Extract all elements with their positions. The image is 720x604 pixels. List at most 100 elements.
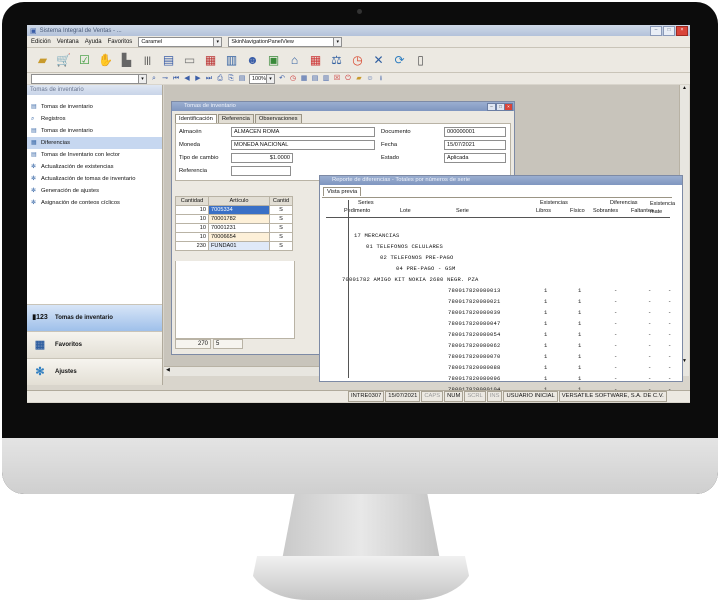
search-combo[interactable]: ▾ (31, 73, 147, 84)
col-cantid[interactable]: Cantid (269, 196, 293, 206)
cart-icon[interactable]: 🛒 (56, 53, 71, 68)
nav-group-tomas-inventario[interactable]: ▮123 Tomas de inventario (27, 304, 162, 331)
sidebar-item-actualizacion-existencias[interactable]: ✻ Actualización de existencias (27, 161, 162, 173)
calculator-icon[interactable]: ▦ (300, 75, 308, 83)
download-icon[interactable]: ⭳ (377, 75, 385, 83)
table-row[interactable]: 230 FUNDA01 S (175, 241, 293, 251)
sidebar-item-generacion-ajustes[interactable]: ✻ Generación de ajustes (27, 185, 162, 197)
tools-icon[interactable]: ✕ (371, 53, 386, 68)
attach-icon[interactable]: ▥ (322, 75, 330, 83)
people-icon[interactable]: ☻ (245, 53, 260, 68)
cancel-icon[interactable]: ☒ (333, 75, 341, 83)
serial-fal-value: - (648, 375, 652, 382)
refresh-icon[interactable]: ⟳ (392, 53, 407, 68)
header-existencias: Existencias (540, 200, 568, 206)
bank-icon[interactable]: ⌂ (287, 53, 302, 68)
table-row[interactable]: 10 7005334 S (175, 205, 293, 215)
scroll-left-icon[interactable]: ◀ (164, 367, 170, 373)
documento-field[interactable]: 000000001 (444, 127, 506, 137)
calendar-icon[interactable]: ▦ (308, 53, 323, 68)
sidebar-item-diferencias[interactable]: ▦ Diferencias (27, 137, 162, 149)
print-preview-icon[interactable]: ⎘ (227, 75, 235, 83)
serial-button[interactable]: S (269, 223, 293, 233)
check-icon[interactable]: ☑ (77, 53, 92, 68)
serial-button[interactable]: S (269, 205, 293, 215)
id-card-icon[interactable]: ▭ (182, 53, 197, 68)
col-cantidad[interactable]: Cantidad (175, 196, 209, 206)
tab-observaciones[interactable]: Observaciones (254, 114, 302, 123)
zoom-combo[interactable]: 100% ▾ (249, 73, 275, 84)
previous-record-icon[interactable]: ◀ (183, 75, 191, 83)
users-icon[interactable]: ▦ (203, 53, 218, 68)
lock-icon[interactable]: ▰ (355, 75, 363, 83)
maximize-button[interactable]: □ (663, 25, 675, 36)
scales-icon[interactable]: ⚖ (329, 53, 344, 68)
window-minimize-button[interactable]: – (487, 103, 496, 111)
almacen-field[interactable]: ALMACEN ROMA (231, 127, 375, 137)
serial-fisico-value: 1 (578, 298, 582, 305)
folder-icon[interactable]: ▰ (35, 53, 50, 68)
menu-edicion[interactable]: Edición (31, 39, 51, 45)
clock-icon[interactable]: ◷ (350, 53, 365, 68)
serial-sob-value: - (614, 287, 618, 294)
link-icon[interactable]: ⊸ (161, 75, 169, 83)
moneda-field[interactable]: MONEDA NACIONAL (231, 140, 375, 150)
invoice-icon[interactable]: ▥ (224, 53, 239, 68)
scroll-up-icon[interactable]: ▲ (680, 85, 689, 91)
tab-referencia[interactable]: Referencia (217, 114, 254, 123)
barcode-icon[interactable]: ||| (140, 53, 155, 68)
nav-group-ajustes[interactable]: ✻ Ajustes (27, 358, 162, 385)
next-record-icon[interactable]: ▶ (194, 75, 202, 83)
mobile-icon[interactable]: ▯ (413, 53, 428, 68)
table-row[interactable]: 10 70006654 S (175, 232, 293, 242)
last-record-icon[interactable]: ⏭ (205, 75, 213, 83)
sidebar-item-tomas-inventario-2[interactable]: ▤ Tomas de inventario (27, 125, 162, 137)
sidebar-item-registros[interactable]: ⌕ Registros (27, 113, 162, 125)
history-icon[interactable]: ◷ (289, 75, 297, 83)
serial-number: 780017820080039 (448, 309, 501, 316)
money-icon[interactable]: ▣ (266, 53, 281, 68)
serial-button[interactable]: S (269, 232, 293, 242)
menu-favoritos[interactable]: Favoritos (108, 39, 133, 45)
undo-icon[interactable]: ↶ (278, 75, 286, 83)
user-icon[interactable]: ☺ (366, 75, 374, 83)
handshake-icon[interactable]: ✋ (98, 53, 113, 68)
sidebar-item-actualizacion-tomas[interactable]: ✻ Actualización de tomas de inventario (27, 173, 162, 185)
referencia-field[interactable] (231, 166, 291, 176)
serial-libros-value: 1 (544, 342, 548, 349)
sidebar-item-label: Registros (41, 116, 66, 122)
tab-identificacion[interactable]: Identificación (175, 114, 217, 123)
first-record-icon[interactable]: ⏮ (172, 75, 180, 83)
table-row[interactable]: 10 70001231 S (175, 223, 293, 233)
search-icon[interactable]: ⌕ (150, 75, 158, 83)
sidebar-item-tomas-lector[interactable]: ▤ Tomas de Inventario con lector (27, 149, 162, 161)
header-fisico: Físico (570, 208, 585, 214)
sidebar-item-tomas-inventario[interactable]: ▤ Tomas de inventario (27, 101, 162, 113)
report-icon[interactable]: ▤ (161, 53, 176, 68)
articulo-cell: 70006654 (208, 232, 270, 242)
skin-combo[interactable]: Caramel ▾ (138, 36, 223, 47)
cantidad-cell: 230 (175, 241, 209, 251)
col-articulo[interactable]: Artículo (208, 196, 270, 206)
power-icon[interactable]: ⏻ (344, 75, 352, 83)
serial-ex-value: - (668, 375, 672, 382)
window-close-button[interactable]: × (504, 103, 513, 111)
factory-icon[interactable]: ▙ (119, 53, 134, 68)
nav-group-favoritos[interactable]: ▦ Favoritos (27, 331, 162, 358)
menu-ventana[interactable]: Ventana (57, 39, 79, 45)
serial-button[interactable]: S (269, 214, 293, 224)
page-icon[interactable]: ▤ (238, 75, 246, 83)
tipo-cambio-field[interactable]: $1.0000 (231, 153, 293, 163)
close-button[interactable]: × (676, 25, 688, 36)
menu-ayuda[interactable]: Ayuda (85, 39, 102, 45)
minimize-button[interactable]: – (650, 25, 662, 36)
serial-button[interactable]: S (269, 241, 293, 251)
tab-vista-previa[interactable]: Vista previa (323, 187, 362, 196)
table-row[interactable]: 10 70001782 S (175, 214, 293, 224)
estado-field[interactable]: Aplicada (444, 153, 506, 163)
sidebar-item-conteos-ciclicos[interactable]: ✻ Asignación de conteos cíclicos (27, 197, 162, 209)
table-icon[interactable]: ▤ (311, 75, 319, 83)
fecha-field[interactable]: 15/07/2021 (444, 140, 506, 150)
view-combo[interactable]: SkinNavigationPanelView ▾ (228, 36, 343, 47)
print-icon[interactable]: ⎙ (216, 75, 224, 83)
